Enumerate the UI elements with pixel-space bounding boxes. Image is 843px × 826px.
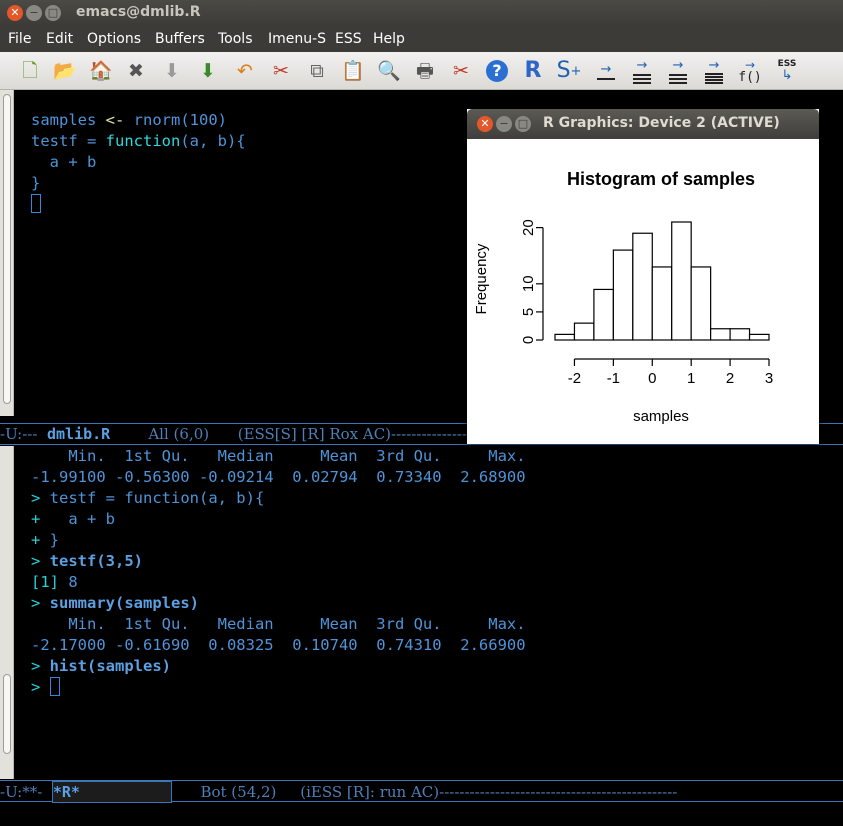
chart-title: Histogram of samples xyxy=(567,169,755,189)
x-tick-label: 2 xyxy=(726,370,734,387)
y-tick-label: 0 xyxy=(520,336,537,344)
histogram-bar xyxy=(651,266,673,341)
console-line: [1] 8 xyxy=(31,573,78,591)
histogram-bar xyxy=(710,328,731,341)
x-tick-label: -1 xyxy=(607,370,620,387)
histogram-bar xyxy=(690,266,712,341)
menu-ess[interactable]: ESS xyxy=(335,31,362,47)
console-prompt[interactable]: > xyxy=(31,677,60,698)
x-axis-label: samples xyxy=(633,408,689,425)
cut-icon[interactable]: ✂ xyxy=(267,57,295,85)
histogram-chart: Histogram of samples samples Frequency -… xyxy=(473,169,773,425)
function-icon[interactable]: → f() xyxy=(736,57,764,85)
r-graphics-window[interactable]: ✕ − □ R Graphics: Device 2 (ACTIVE) Hist… xyxy=(467,109,819,444)
toolbar: 🗋 📂 🏠 ✖ ⬇ ⬇ ↶ ✂ ⧉ 📋 🔍 🖶 ✂ ? R S + → → → →… xyxy=(0,52,843,90)
x-tick-label: 0 xyxy=(648,370,656,387)
x-tick-label: 1 xyxy=(687,370,695,387)
save-icon[interactable]: ⬇ xyxy=(158,57,186,85)
y-tick-label: 10 xyxy=(520,275,537,292)
editor-scroll-thumb[interactable] xyxy=(3,94,11,404)
close-buffer-icon[interactable]: ✖ xyxy=(122,57,150,85)
s-plus-icon[interactable]: S + xyxy=(555,57,583,85)
buffer-name[interactable]: dmlib.R xyxy=(47,425,110,443)
copy-icon[interactable]: ⧉ xyxy=(303,57,331,85)
r-graphics-titlebar[interactable]: ✕ − □ R Graphics: Device 2 (ACTIVE) xyxy=(467,109,819,139)
console-scrollbar[interactable] xyxy=(0,446,14,779)
console-line: + a + b xyxy=(31,510,115,528)
y-tick-label: 5 xyxy=(520,308,537,316)
help-icon[interactable]: ? xyxy=(483,57,511,85)
code-line: testf = function(a, b){ xyxy=(31,132,246,150)
console-modeline[interactable]: -U:**- *R* Bot (54,2) (iESS [R]: run AC)… xyxy=(0,780,843,803)
eval-function-icon[interactable]: → xyxy=(664,57,692,85)
console-line: > hist(samples) xyxy=(31,657,171,675)
histogram-bar xyxy=(632,232,653,341)
buffer-name-r[interactable]: *R* xyxy=(51,781,172,803)
histogram-bar xyxy=(573,322,595,341)
r-icon[interactable]: R xyxy=(519,57,547,85)
menu-help[interactable]: Help xyxy=(373,31,405,47)
minimize-icon[interactable]: − xyxy=(496,116,512,132)
maximize-icon[interactable]: □ xyxy=(515,116,531,132)
y-axis-label: Frequency xyxy=(473,243,490,314)
search-icon[interactable]: 🔍 xyxy=(375,57,403,85)
editor-scrollbar[interactable] xyxy=(0,90,14,416)
console-line: -1.99100 -0.56300 -0.09214 0.02794 0.733… xyxy=(31,468,526,486)
console-line: > testf(3,5) xyxy=(31,552,143,570)
menu-edit[interactable]: Edit xyxy=(46,31,73,47)
function-label: f() xyxy=(738,69,762,85)
x-tick-label: 3 xyxy=(765,370,773,387)
minimize-icon[interactable]: − xyxy=(26,5,42,21)
new-file-icon[interactable]: 🗋 xyxy=(16,57,44,85)
s-plus-sup: + xyxy=(570,63,582,79)
x-tick-label: -2 xyxy=(568,370,581,387)
menu-file[interactable]: File xyxy=(8,31,31,47)
console-line: > testf = function(a, b){ xyxy=(31,489,265,507)
code-line: samples <- rnorm(100) xyxy=(31,111,227,129)
menu-tools[interactable]: Tools xyxy=(218,31,253,47)
print-icon[interactable]: 🖶 xyxy=(411,57,439,85)
s-label: S xyxy=(556,58,571,83)
r-console-buffer[interactable]: Min. 1st Qu. Median Mean 3rd Qu. Max. -1… xyxy=(31,446,526,696)
histogram-bar xyxy=(554,333,576,341)
save-as-icon[interactable]: ⬇ xyxy=(194,57,222,85)
console-line: -2.17000 -0.61690 0.08325 0.10740 0.7431… xyxy=(31,636,526,654)
histogram-bar xyxy=(671,221,692,341)
menu-imenu-s[interactable]: Imenu-S xyxy=(268,31,326,47)
editor-cursor xyxy=(31,194,41,215)
window-titlebar[interactable]: ✕ − □ emacs@dmlib.R xyxy=(0,0,843,26)
close-icon[interactable]: ✕ xyxy=(7,5,23,21)
y-tick-label: 20 xyxy=(520,219,537,236)
histogram-bar xyxy=(748,333,770,341)
histogram-bar xyxy=(593,288,614,341)
eval-line-icon[interactable]: → xyxy=(592,57,620,85)
paste-icon[interactable]: 📋 xyxy=(339,57,367,85)
editor-buffer[interactable]: samples <- rnorm(100) testf = function(a… xyxy=(31,110,246,218)
console-line: > summary(samples) xyxy=(31,594,199,612)
maximize-icon[interactable]: □ xyxy=(45,5,61,21)
eval-region-icon[interactable]: → xyxy=(628,57,656,85)
console-line: Min. 1st Qu. Median Mean 3rd Qu. Max. xyxy=(31,615,526,633)
console-line: Min. 1st Qu. Median Mean 3rd Qu. Max. xyxy=(31,447,526,465)
console-line: + } xyxy=(31,531,60,549)
ess-icon[interactable]: ESS ↳ xyxy=(773,57,801,85)
menu-bar: File Edit Options Buffers Tools Imenu-S … xyxy=(0,26,843,52)
console-scroll-thumb[interactable] xyxy=(3,674,11,754)
open-directory-icon[interactable]: 🏠 xyxy=(87,57,115,85)
window-title: emacs@dmlib.R xyxy=(76,4,201,20)
code-line: a + b xyxy=(31,153,97,171)
histogram-bar xyxy=(729,328,751,341)
undo-icon[interactable]: ↶ xyxy=(231,57,259,85)
r-graphics-title: R Graphics: Device 2 (ACTIVE) xyxy=(543,115,780,131)
menu-options[interactable]: Options xyxy=(87,31,141,47)
histogram-bar xyxy=(612,249,634,341)
menu-buffers[interactable]: Buffers xyxy=(155,31,205,47)
open-file-icon[interactable]: 📂 xyxy=(51,57,79,85)
close-icon[interactable]: ✕ xyxy=(477,116,493,132)
code-line: } xyxy=(31,174,41,192)
customize-icon[interactable]: ✂ xyxy=(447,57,475,85)
eval-buffer-icon[interactable]: → xyxy=(700,57,728,85)
